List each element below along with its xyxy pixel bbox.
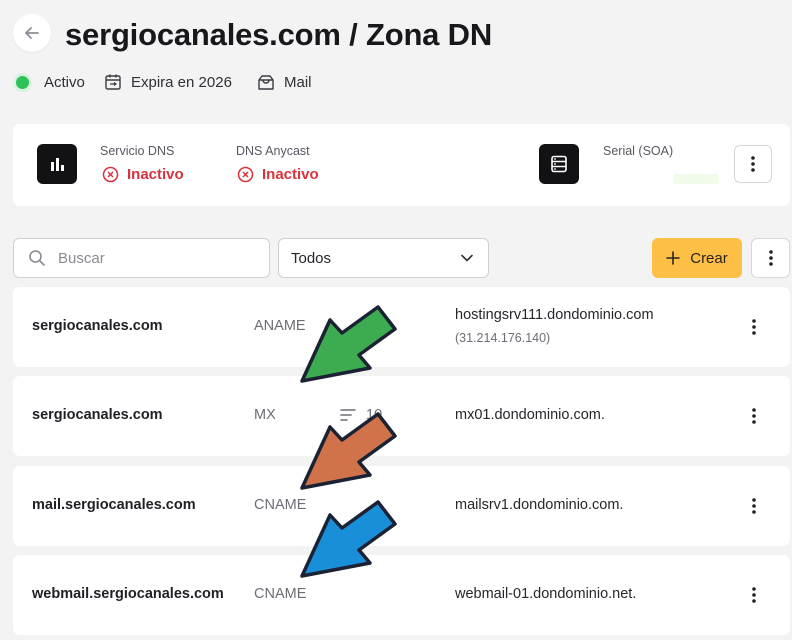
dns-card-more-button[interactable] — [734, 145, 772, 183]
serial-soa-value — [673, 174, 719, 184]
row-more-button[interactable] — [742, 404, 766, 428]
kebab-menu-icon — [768, 250, 773, 266]
status-indicator: Activo — [13, 71, 85, 93]
kebab-menu-icon — [752, 587, 756, 603]
dns-anycast-status-text: Inactivo — [262, 166, 319, 183]
record-value-ip: (31.214.176.140) — [455, 331, 551, 345]
dns-service-status-text: Inactivo — [127, 166, 184, 183]
page-title: sergiocanales.com / Zona DN — [65, 17, 493, 52]
record-value: mx01.dondominio.com. — [455, 407, 605, 423]
dns-anycast-label: DNS Anycast — [236, 144, 310, 158]
record-priority: 10 — [340, 407, 382, 423]
chevron-down-icon — [461, 254, 473, 262]
search-box[interactable] — [13, 238, 270, 278]
record-type: MX — [254, 407, 276, 423]
server-icon — [539, 144, 579, 184]
expiry-label: Expira en 2026 — [131, 73, 232, 91]
plus-icon — [666, 251, 681, 265]
status-dot-icon — [13, 72, 32, 92]
record-host: sergiocanales.com — [32, 407, 163, 423]
kebab-menu-icon — [751, 156, 755, 172]
serial-soa-label: Serial (SOA) — [603, 144, 674, 158]
arrow-left-icon — [25, 27, 39, 39]
record-host: mail.sergiocanales.com — [32, 497, 196, 513]
record-value: mailsrv1.dondominio.com. — [455, 497, 624, 513]
toolbar-more-button[interactable] — [751, 238, 790, 278]
record-host: webmail.sergiocanales.com — [32, 586, 224, 602]
mail-link[interactable]: Mail — [257, 71, 312, 93]
record-type: CNAME — [254, 586, 307, 602]
record-type-select[interactable]: Todos — [278, 238, 489, 278]
search-input[interactable] — [58, 249, 248, 267]
calendar-sync-icon — [105, 74, 121, 90]
dns-service-status: Inactivo — [102, 166, 184, 183]
record-type: ANAME — [254, 318, 306, 334]
dns-service-label: Servicio DNS — [100, 144, 175, 158]
dns-status-card: Servicio DNS Inactivo DNS Anycast Inacti… — [13, 124, 790, 206]
table-row[interactable]: mail.sergiocanales.com CNAME mailsrv1.do… — [13, 466, 790, 546]
record-type: CNAME — [254, 497, 307, 513]
bar-chart-icon — [37, 144, 77, 184]
record-value: webmail-01.dondominio.net. — [455, 586, 637, 602]
table-row[interactable]: sergiocanales.com ANAME hostingsrv111.do… — [13, 287, 790, 367]
record-priority-value: 10 — [366, 407, 383, 423]
kebab-menu-icon — [752, 319, 756, 335]
x-circle-icon — [102, 166, 119, 183]
search-icon — [29, 250, 45, 266]
status-label: Activo — [44, 73, 85, 91]
create-record-label: Crear — [690, 249, 728, 267]
kebab-menu-icon — [752, 408, 756, 424]
record-type-selected: Todos — [291, 249, 332, 267]
row-more-button[interactable] — [742, 315, 766, 339]
row-more-button[interactable] — [742, 583, 766, 607]
inbox-icon — [258, 75, 274, 90]
mail-label: Mail — [284, 73, 312, 91]
row-more-button[interactable] — [742, 494, 766, 518]
x-circle-icon — [237, 166, 254, 183]
table-row[interactable]: webmail.sergiocanales.com CNAME webmail-… — [13, 555, 790, 635]
record-value: hostingsrv111.dondominio.com — [455, 307, 654, 323]
kebab-menu-icon — [752, 498, 756, 514]
table-row[interactable]: sergiocanales.com MX 10 mx01.dondominio.… — [13, 376, 790, 456]
record-host: sergiocanales.com — [32, 318, 163, 334]
sort-lines-icon — [340, 409, 356, 421]
expiry-info: Expira en 2026 — [104, 71, 232, 93]
dns-anycast-status: Inactivo — [237, 166, 319, 183]
back-button[interactable] — [13, 14, 51, 52]
create-record-button[interactable]: Crear — [652, 238, 742, 278]
